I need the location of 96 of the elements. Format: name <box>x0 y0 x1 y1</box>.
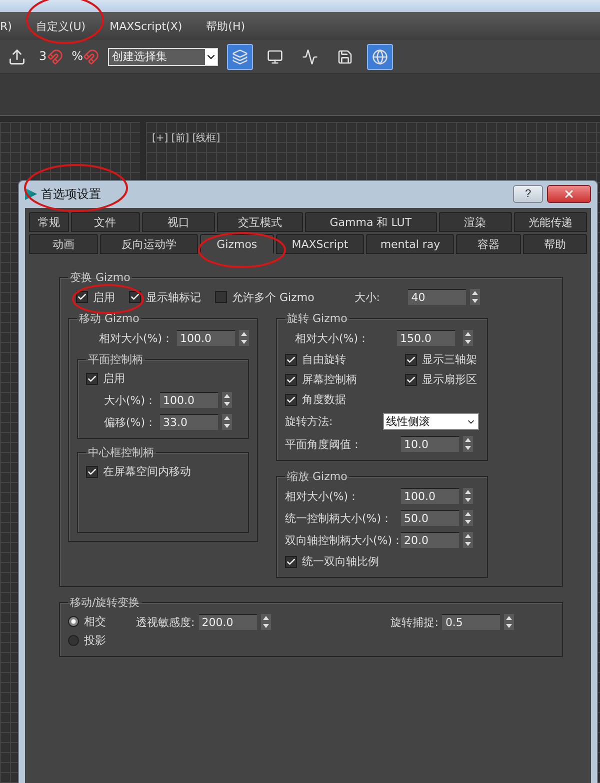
field-label: 相对大小(%)： <box>294 330 370 346</box>
field-label: 大小(%)： <box>102 392 156 408</box>
group-title: 变换 Gizmo <box>69 270 132 285</box>
toolbar-icon[interactable] <box>227 44 254 70</box>
checkbox[interactable] <box>285 374 297 386</box>
field-label: 相对大小(%)： <box>98 330 173 346</box>
group-title: 移动 Gizmo <box>78 311 140 326</box>
radio-label: 相交 <box>84 614 106 629</box>
snap-label: % <box>72 48 84 62</box>
field-label: 大小: <box>354 290 382 304</box>
number-field[interactable]: 20.0 <box>401 532 459 548</box>
spinner-arrows-icon[interactable] <box>260 614 271 630</box>
number-field[interactable]: 200.0 <box>198 614 257 630</box>
checkbox[interactable] <box>285 556 297 568</box>
tab[interactable]: 视口 <box>142 212 215 232</box>
number-field[interactable]: 10.0 <box>401 436 459 452</box>
spinner-arrows-icon[interactable] <box>222 414 232 430</box>
checkbox-label: 显示扇形区 <box>422 372 477 387</box>
tab[interactable]: mental ray <box>366 234 454 254</box>
field-label: 旋转方法: <box>285 414 333 429</box>
spinner-arrows-icon[interactable] <box>463 510 473 526</box>
tab[interactable]: Gamma 和 LUT <box>304 212 437 232</box>
checkbox-label: 启用 <box>93 290 115 304</box>
field-label: 双向轴控制柄大小(%)： <box>285 532 397 548</box>
close-icon <box>563 188 575 200</box>
tab[interactable]: 容器 <box>456 234 521 254</box>
checkbox[interactable] <box>129 291 141 303</box>
group-title: 中心框控制柄 <box>87 445 155 460</box>
checkbox-label: 显示轴标记 <box>146 290 201 304</box>
tab[interactable]: Gizmos <box>200 234 274 254</box>
field-label: 平面角度阈值： <box>285 436 363 452</box>
radio-button[interactable] <box>68 635 79 646</box>
annotation-circle <box>72 284 144 314</box>
radio-label: 投影 <box>84 633 106 648</box>
field-label: 旋转捕捉: <box>390 614 438 630</box>
rotation-method-dropdown[interactable]: 线性侧滚 <box>383 413 479 430</box>
checkbox-label: 在屏幕空间内移动 <box>103 464 191 479</box>
spinner-arrows-icon[interactable] <box>222 392 232 408</box>
menu-item[interactable]: R) <box>0 20 12 32</box>
checkbox[interactable] <box>86 466 98 478</box>
help-button[interactable]: ? <box>513 185 543 203</box>
field-label: 统一控制柄大小(%)： <box>285 510 394 526</box>
checkbox[interactable] <box>285 394 297 406</box>
field-label: 相对大小(%)： <box>285 488 360 504</box>
checkbox[interactable] <box>76 291 88 303</box>
checkbox[interactable] <box>405 374 417 386</box>
field-label: 偏移(%)： <box>102 414 156 430</box>
checkbox[interactable] <box>285 354 297 366</box>
tab[interactable]: 光能传递 <box>514 212 588 232</box>
viewport-label[interactable]: [+] [前] [线框] <box>152 133 220 144</box>
checkbox-label: 启用 <box>103 371 125 386</box>
tab[interactable]: 渲染 <box>438 212 512 232</box>
group-title: 缩放 Gizmo <box>286 469 348 484</box>
field-label: 透视敏感度: <box>136 614 195 630</box>
checkbox-label: 允许多个 Gizmo <box>232 290 314 304</box>
snap-label: 3 <box>39 48 47 62</box>
tab[interactable]: 交互模式 <box>216 212 303 232</box>
tab[interactable]: 帮助 <box>522 234 587 254</box>
spinner-arrows-icon[interactable] <box>463 330 473 346</box>
spinner-arrows-icon[interactable] <box>463 488 473 504</box>
checkbox[interactable] <box>215 291 227 303</box>
menu-item[interactable]: MAXScript(X) <box>110 20 182 32</box>
number-field[interactable]: 50.0 <box>401 510 459 526</box>
number-field[interactable]: 100.0 <box>177 330 235 346</box>
toolbar-icon[interactable] <box>367 44 394 70</box>
spinner-arrows-icon[interactable] <box>463 532 473 548</box>
tab[interactable]: 动画 <box>29 234 98 254</box>
radio-button[interactable] <box>68 616 79 627</box>
tab[interactable]: 常规 <box>29 212 69 232</box>
menu-item[interactable]: 帮助(H) <box>206 18 246 34</box>
checkbox-label: 统一双向轴比例 <box>302 554 379 569</box>
checkbox-label: 角度数据 <box>302 392 346 407</box>
selection-set-dropdown[interactable]: 创建选择集 <box>108 48 218 66</box>
number-field[interactable]: 150.0 <box>397 330 455 346</box>
checkbox-label: 显示三轴架 <box>422 352 477 367</box>
group-title: 平面控制柄 <box>87 352 144 367</box>
spinner-arrows-icon[interactable] <box>504 614 514 630</box>
number-field[interactable]: 33.0 <box>160 414 218 430</box>
tab[interactable]: 反向运动学 <box>100 234 198 254</box>
number-field[interactable]: 100.0 <box>401 488 459 504</box>
group-title: 旋转 Gizmo <box>286 311 348 326</box>
number-field[interactable]: 0.5 <box>442 614 500 630</box>
spinner-arrows-icon[interactable] <box>470 289 480 305</box>
tab[interactable]: MAXScript <box>276 234 364 254</box>
checkbox-label: 自由旋转 <box>302 352 346 367</box>
close-button[interactable] <box>547 185 591 203</box>
checkbox[interactable] <box>86 372 98 384</box>
dialog-title: 首选项设置 <box>41 186 102 202</box>
group-title: 移动/旋转变换 <box>69 595 141 610</box>
checkbox-label: 屏幕控制柄 <box>302 372 357 387</box>
checkbox[interactable] <box>405 354 417 366</box>
spinner-arrows-icon[interactable] <box>463 436 473 452</box>
number-field[interactable]: 100.0 <box>160 392 218 408</box>
number-field[interactable]: 40 <box>408 289 466 305</box>
tab[interactable]: 文件 <box>70 212 140 232</box>
spinner-arrows-icon[interactable] <box>239 330 249 346</box>
